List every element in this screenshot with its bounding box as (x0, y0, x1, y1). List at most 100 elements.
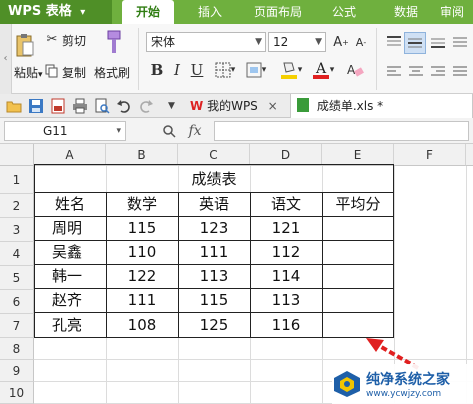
row-header[interactable]: 6 (0, 290, 34, 314)
sheet-title-cell[interactable]: 成绩表 (34, 166, 394, 192)
column-header[interactable]: F (394, 144, 466, 166)
column-header[interactable]: E (322, 144, 394, 166)
score-cell[interactable]: 114 (250, 265, 322, 288)
tab-data[interactable]: 数据 (384, 0, 428, 24)
select-all-corner[interactable] (0, 144, 34, 166)
average-cell[interactable] (322, 241, 394, 264)
row-header[interactable]: 4 (0, 242, 34, 266)
align-center-icon[interactable] (406, 62, 426, 82)
score-cell[interactable]: 121 (250, 217, 322, 240)
name-cell[interactable]: 韩一 (34, 265, 106, 288)
name-cell[interactable]: 赵齐 (34, 289, 106, 312)
score-cell[interactable]: 115 (178, 289, 250, 312)
zoom-formula-icon[interactable] (160, 122, 178, 140)
row-header[interactable]: 7 (0, 314, 34, 338)
score-cell[interactable]: 122 (106, 265, 178, 288)
undo-icon[interactable] (116, 98, 132, 114)
save-icon[interactable] (28, 98, 44, 114)
cut-button[interactable]: 剪切 (62, 32, 86, 49)
name-cell[interactable]: 吴鑫 (34, 241, 106, 264)
decrease-font-icon[interactable]: A- (352, 32, 370, 52)
score-cell[interactable]: 113 (250, 289, 322, 312)
align-middle-icon[interactable] (404, 32, 426, 54)
tab-document[interactable]: 成绩单.xls * (290, 94, 473, 118)
font-name-select[interactable]: 宋体 ▼ (146, 32, 266, 52)
tab-insert[interactable]: 插入 (188, 0, 232, 24)
clear-format-icon[interactable]: A (342, 60, 368, 80)
wps-app-title: WPS 表格 (8, 4, 72, 19)
scissors-icon[interactable]: ✂ (44, 30, 60, 48)
row-header[interactable]: 8 (0, 338, 34, 360)
header-cell[interactable]: 姓名 (34, 193, 106, 216)
column-header[interactable] (466, 144, 473, 166)
column-header[interactable]: D (250, 144, 322, 166)
customize-toolbar-icon[interactable]: ▼ (168, 98, 184, 114)
font-color-icon[interactable]: A ▾ (308, 58, 338, 82)
paste-button[interactable]: 粘贴▾ (14, 64, 43, 81)
ribbon-scroll-left-button[interactable]: ‹ (0, 24, 12, 94)
header-cell[interactable]: 英语 (178, 193, 250, 216)
print-icon[interactable] (72, 98, 88, 114)
column-header[interactable]: A (34, 144, 106, 166)
format-painter-icon[interactable] (100, 28, 126, 56)
export-pdf-icon[interactable] (50, 98, 66, 114)
insert-function-button[interactable]: fx (184, 121, 206, 141)
score-cell[interactable]: 116 (250, 313, 322, 337)
align-bottom-icon[interactable] (428, 32, 448, 52)
score-cell[interactable]: 123 (178, 217, 250, 240)
score-cell[interactable]: 112 (250, 241, 322, 264)
column-header[interactable]: C (178, 144, 250, 166)
score-cell[interactable]: 111 (106, 289, 178, 312)
paste-icon[interactable] (14, 30, 36, 60)
justify-icon[interactable] (450, 62, 470, 82)
row-header[interactable]: 5 (0, 266, 34, 290)
italic-icon[interactable]: I (168, 60, 186, 80)
align-right-icon[interactable] (428, 62, 448, 82)
average-cell[interactable] (322, 265, 394, 288)
row-header[interactable]: 10 (0, 382, 34, 404)
score-cell[interactable]: 110 (106, 241, 178, 264)
copy-icon[interactable] (44, 62, 60, 80)
tab-my-wps[interactable]: W 我的WPS × (186, 94, 288, 118)
column-header[interactable]: B (106, 144, 178, 166)
average-cell[interactable] (322, 217, 394, 240)
average-cell[interactable] (322, 289, 394, 312)
tab-page-layout[interactable]: 页面布局 (246, 0, 310, 24)
border-icon[interactable]: ▾ (210, 60, 240, 80)
row-header[interactable]: 2 (0, 194, 34, 218)
row-header[interactable]: 9 (0, 360, 34, 382)
row-header[interactable]: 3 (0, 218, 34, 242)
wps-app-menu-button[interactable]: WPS 表格 ▾ (0, 0, 112, 24)
format-painter-button[interactable]: 格式刷 (94, 64, 130, 81)
score-cell[interactable]: 111 (178, 241, 250, 264)
header-cell[interactable]: 语文 (250, 193, 322, 216)
header-cell[interactable]: 平均分 (322, 193, 394, 216)
tab-start[interactable]: 开始 (122, 0, 174, 24)
print-preview-icon[interactable] (94, 98, 110, 114)
tab-review[interactable]: 审阅 (440, 0, 473, 24)
underline-icon[interactable]: U (188, 60, 206, 80)
increase-font-icon[interactable]: A + (332, 32, 350, 52)
align-left-icon[interactable] (384, 62, 404, 82)
merge-cells-icon[interactable]: ▾ (242, 60, 270, 80)
wrap-text-icon[interactable] (450, 32, 470, 52)
name-box[interactable]: G11 ▾ (4, 121, 126, 141)
copy-button[interactable]: 复制 (62, 64, 86, 81)
fill-color-icon[interactable]: ▾ (276, 58, 306, 82)
row-header[interactable]: 1 (0, 166, 34, 194)
score-cell[interactable]: 113 (178, 265, 250, 288)
close-icon[interactable]: × (268, 99, 278, 113)
open-folder-icon[interactable] (6, 98, 22, 114)
name-cell[interactable]: 孔亮 (34, 313, 106, 337)
score-cell[interactable]: 115 (106, 217, 178, 240)
bold-icon[interactable]: B (148, 60, 166, 80)
score-cell[interactable]: 108 (106, 313, 178, 337)
align-top-icon[interactable] (384, 32, 404, 52)
name-cell[interactable]: 周明 (34, 217, 106, 240)
font-size-select[interactable]: 12 ▼ (268, 32, 326, 52)
tab-formula[interactable]: 公式 (322, 0, 366, 24)
score-cell[interactable]: 125 (178, 313, 250, 337)
redo-icon[interactable] (138, 98, 154, 114)
formula-input[interactable] (214, 121, 469, 141)
header-cell[interactable]: 数学 (106, 193, 178, 216)
